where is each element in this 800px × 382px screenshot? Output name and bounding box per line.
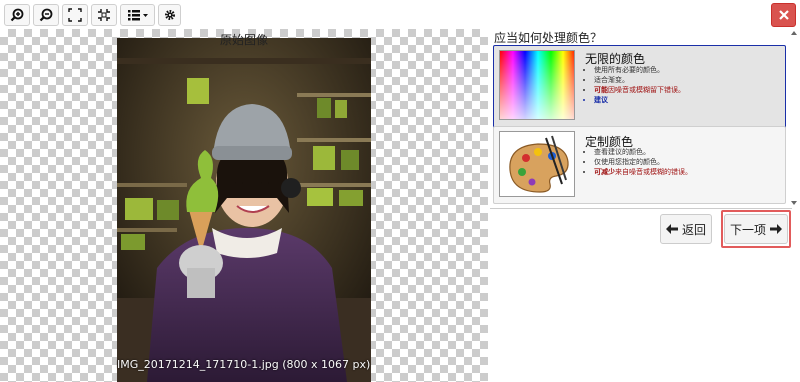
feature-emphasis: 可能 <box>594 86 608 94</box>
feature-recommended: 建议 <box>594 95 685 105</box>
close-button[interactable] <box>771 3 796 27</box>
photo-title: 原始图像 <box>219 33 268 47</box>
option-feature-list: 使用所有必要的颜色。 适合渐变。 可能因噪音或模糊留下错误。 建议 <box>594 65 685 105</box>
close-icon <box>778 10 789 20</box>
arrow-right-icon <box>770 224 782 234</box>
zoom-out-button[interactable] <box>33 4 59 26</box>
color-options-panel: 应当如何处理颜色？ 无限的颜色 • 使用所有必要的颜色。 • 适合渐变。 • 可… <box>490 29 800 382</box>
feature-item: 可能因噪音或模糊留下错误。 <box>594 85 685 95</box>
palette-thumbnail <box>499 131 575 197</box>
next-label: 下一项 <box>729 222 766 237</box>
feature-emphasis: 可减少 <box>594 168 615 176</box>
feature-text: 来自噪音或模糊的错误。 <box>615 168 692 176</box>
zoom-in-button[interactable] <box>4 4 30 26</box>
gear-icon <box>164 10 175 20</box>
paint-palette-icon <box>509 135 569 193</box>
scrollbar[interactable] <box>790 29 798 209</box>
zoom-out-icon <box>39 8 53 22</box>
panel-question: 应当如何处理颜色？ <box>494 31 603 45</box>
back-label: 返回 <box>681 222 706 237</box>
fit-screen-icon <box>68 8 82 22</box>
feature-item: 可减少来自噪音或模糊的错误。 <box>594 167 692 177</box>
actual-size-button[interactable] <box>91 4 117 26</box>
divider <box>490 208 792 209</box>
color-spectrum-thumbnail <box>499 50 575 120</box>
fit-screen-button[interactable] <box>62 4 88 26</box>
option-custom-colors[interactable]: 定制颜色 查看建议的颜色。 仅使用您指定的颜色。 可减少来自噪音或模糊的错误。 <box>493 126 786 204</box>
back-button[interactable]: 返回 <box>660 214 712 244</box>
actual-size-icon <box>98 9 110 21</box>
original-photo[interactable] <box>117 38 371 382</box>
list-dropdown-icon <box>127 10 148 21</box>
settings-button[interactable] <box>158 4 181 26</box>
next-button[interactable]: 下一项 <box>724 214 788 244</box>
photo-image <box>117 38 371 382</box>
feature-text: 因噪音或模糊留下错误。 <box>608 86 685 94</box>
option-feature-list: 查看建议的颜色。 仅使用您指定的颜色。 可减少来自噪音或模糊的错误。 <box>594 147 692 177</box>
app-window: 原始图像 IMG_20171214_171710-1.jpg (800 x 10… <box>0 0 800 382</box>
feature-item: 仅使用您指定的颜色。 <box>594 157 692 167</box>
list-dropdown-button[interactable] <box>120 4 155 26</box>
spectrum-icon <box>500 51 574 119</box>
option-unlimited-colors[interactable]: 无限的颜色 使用所有必要的颜色。 适合渐变。 可能因噪音或模糊留下错误。 建议 <box>493 45 786 131</box>
feature-item: 适合渐变。 <box>594 75 685 85</box>
feature-item: 使用所有必要的颜色。 <box>594 65 685 75</box>
photo-caption: IMG_20171214_171710-1.jpg (800 x 1067 px… <box>117 358 371 371</box>
toolbar <box>0 0 800 30</box>
zoom-in-icon <box>10 8 24 22</box>
arrow-left-icon <box>665 224 678 234</box>
feature-item: 查看建议的颜色。 <box>594 147 692 157</box>
scrollbar-arrows <box>791 31 797 205</box>
